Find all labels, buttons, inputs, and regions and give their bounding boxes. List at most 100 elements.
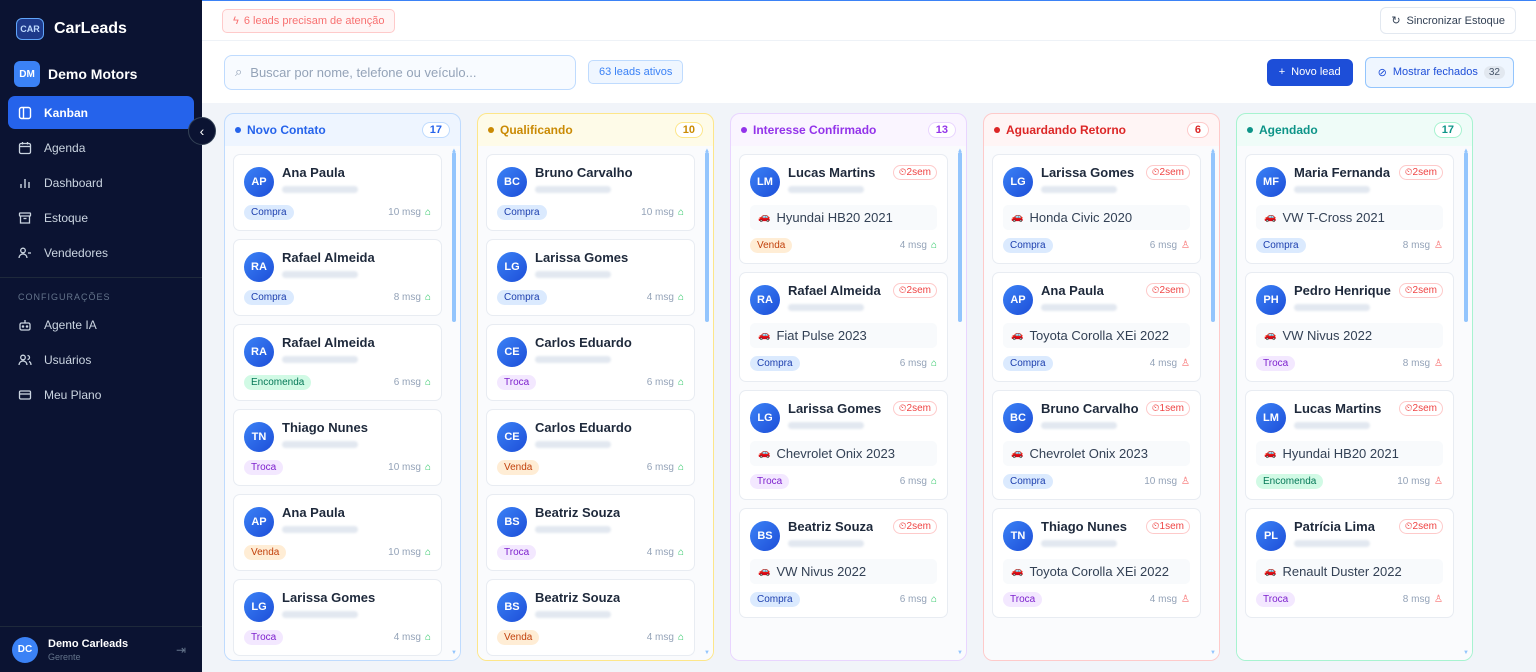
sidebar-item-meu-plano[interactable]: Meu Plano xyxy=(8,378,194,411)
message-count-text: 10 msg xyxy=(388,462,421,473)
card-footer: Compra 4 msg ⌂ xyxy=(497,290,684,305)
message-count: 6 msg ⌂ xyxy=(900,594,937,605)
scroll-down-icon[interactable]: ▼ xyxy=(957,650,963,656)
scroll-down-icon[interactable]: ▼ xyxy=(704,650,710,656)
column-header[interactable]: Interesse Confirmado 13 xyxy=(731,114,966,146)
show-closed-button[interactable]: ⊘ Mostrar fechados 32 xyxy=(1364,56,1514,88)
sidebar-item-vendedores[interactable]: Vendedores xyxy=(8,236,194,269)
column-scrollbar[interactable] xyxy=(958,152,962,657)
lead-card[interactable]: LG Larissa Gomes ⏲2sem 🚗 Honda Civic 2020 … xyxy=(992,154,1201,264)
column-scrollbar[interactable] xyxy=(1211,152,1215,657)
sync-stock-button[interactable]: ↻ Sincronizar Estoque xyxy=(1380,7,1516,34)
scrollbar-thumb[interactable] xyxy=(958,152,962,322)
lead-info: Beatriz Souza xyxy=(535,505,620,533)
lead-name: Rafael Almeida xyxy=(788,283,881,298)
clock-icon: ⏲ xyxy=(1151,521,1160,532)
lead-card[interactable]: BC Bruno Carvalho Compra 10 msg ⌂ xyxy=(486,154,695,231)
scrollbar-thumb[interactable] xyxy=(1211,152,1215,322)
lead-phone-redacted xyxy=(1041,186,1117,193)
sidebar-item-usuários[interactable]: Usuários xyxy=(8,343,194,376)
brand[interactable]: CAR CarLeads xyxy=(0,0,202,58)
lead-card[interactable]: LG Larissa Gomes Compra 4 msg ⌂ xyxy=(486,239,695,316)
lead-card[interactable]: LM Lucas Martins ⏲2sem 🚗 Hyundai HB20 2021… xyxy=(1245,390,1454,500)
lead-card[interactable]: BS Beatriz Souza ⏲2sem 🚗 VW Nivus 2022 Com… xyxy=(739,508,948,618)
search-input[interactable] xyxy=(250,64,551,80)
lead-card[interactable]: AP Ana Paula Venda 10 msg ⌂ xyxy=(233,494,442,571)
column-scrollbar[interactable] xyxy=(705,152,709,657)
lead-card[interactable]: MF Maria Fernanda ⏲2sem 🚗 VW T-Cross 2021 … xyxy=(1245,154,1454,264)
lead-phone-redacted xyxy=(535,356,611,363)
sidebar-item-kanban[interactable]: Kanban xyxy=(8,96,194,129)
user-name: Demo Carleads xyxy=(48,637,129,650)
lead-card[interactable]: PH Pedro Henrique ⏲2sem 🚗 VW Nivus 2022 Tr… xyxy=(1245,272,1454,382)
scrollbar-thumb[interactable] xyxy=(705,152,709,322)
lead-card[interactable]: CE Carlos Eduardo Venda 6 msg ⌂ xyxy=(486,409,695,486)
logout-icon[interactable]: ⇥ xyxy=(176,643,186,657)
message-count: 4 msg ♙ xyxy=(1150,358,1190,369)
lead-card[interactable]: AP Ana Paula ⏲2sem 🚗 Toyota Corolla XEi 20… xyxy=(992,272,1201,382)
card-footer: Compra 10 msg ♙ xyxy=(1003,474,1190,489)
lead-card[interactable]: TN Thiago Nunes Troca 10 msg ⌂ xyxy=(233,409,442,486)
lead-card[interactable]: BS Beatriz Souza Venda 4 msg ⌂ xyxy=(486,579,695,656)
lead-card[interactable]: LM Lucas Martins ⏲2sem 🚗 Hyundai HB20 2021… xyxy=(739,154,948,264)
lead-card[interactable]: RA Rafael Almeida Encomenda 6 msg ⌂ xyxy=(233,324,442,401)
lead-card[interactable]: PL Patrícia Lima ⏲2sem 🚗 Renault Duster 20… xyxy=(1245,508,1454,618)
user-profile[interactable]: DC Demo Carleads Gerente ⇥ xyxy=(0,626,202,672)
message-count: 6 msg ⌂ xyxy=(900,476,937,487)
lead-card[interactable]: TN Thiago Nunes ⏲1sem 🚗 Toyota Corolla XEi… xyxy=(992,508,1201,618)
scroll-down-icon[interactable]: ▼ xyxy=(451,650,457,656)
vehicle-name: Toyota Corolla XEi 2022 xyxy=(1029,564,1169,579)
scrollbar-thumb[interactable] xyxy=(452,152,456,322)
message-count: 8 msg ⌂ xyxy=(394,292,431,303)
search-box[interactable]: ⌕ xyxy=(224,54,576,90)
lead-card[interactable]: BC Bruno Carvalho ⏲1sem 🚗 Chevrolet Onix 2… xyxy=(992,390,1201,500)
scrollbar-thumb[interactable] xyxy=(1464,152,1468,322)
new-lead-button[interactable]: + Novo lead xyxy=(1266,58,1353,86)
avatar: TN xyxy=(244,422,274,452)
person-icon: ♙ xyxy=(1181,240,1190,251)
clock-icon: ⏲ xyxy=(898,521,907,532)
vehicle-name: Fiat Pulse 2023 xyxy=(776,328,867,343)
sidebar-item-agenda[interactable]: Agenda xyxy=(8,131,194,164)
column-header[interactable]: Agendado 17 xyxy=(1237,114,1472,146)
org-switcher[interactable]: DM Demo Motors xyxy=(0,58,202,90)
car-icon: 🚗 xyxy=(758,212,771,223)
intent-tag: Compra xyxy=(1003,356,1053,371)
column-header[interactable]: Novo Contato 17 xyxy=(225,114,460,146)
scroll-down-icon[interactable]: ▼ xyxy=(1210,650,1216,656)
sidebar-item-agente-ia[interactable]: Agente IA xyxy=(8,308,194,341)
column-header[interactable]: Qualificando 10 xyxy=(478,114,713,146)
bot-icon: ⌂ xyxy=(930,358,937,369)
message-count-text: 6 msg xyxy=(646,462,674,473)
time-badge: ⏲1sem xyxy=(1145,519,1190,534)
bot-icon: ⌂ xyxy=(424,547,431,558)
sidebar-item-dashboard[interactable]: Dashboard xyxy=(8,166,194,199)
lead-phone-redacted xyxy=(535,526,611,533)
intent-tag: Venda xyxy=(497,630,540,645)
bot-icon: ⌂ xyxy=(424,632,431,643)
lead-card[interactable]: AP Ana Paula Compra 10 msg ⌂ xyxy=(233,154,442,231)
lead-phone-redacted xyxy=(1041,304,1117,311)
vehicle-chip: 🚗 Hyundai HB20 2021 xyxy=(1256,441,1443,466)
scroll-down-icon[interactable]: ▼ xyxy=(1463,650,1469,656)
message-count: 6 msg ♙ xyxy=(1150,240,1190,251)
column-scrollbar[interactable] xyxy=(1464,152,1468,657)
intent-tag: Troca xyxy=(1003,592,1043,607)
lead-name: Beatriz Souza xyxy=(788,519,874,534)
card-footer: Encomenda 10 msg ♙ xyxy=(1256,474,1443,489)
card-footer: Compra 6 msg ⌂ xyxy=(750,592,937,607)
attention-alert[interactable]: ϟ 6 leads precisam de atenção xyxy=(222,8,396,33)
lead-card[interactable]: LG Larissa Gomes ⏲2sem 🚗 Chevrolet Onix 20… xyxy=(739,390,948,500)
vehicle-chip: 🚗 Hyundai HB20 2021 xyxy=(750,205,937,230)
lead-card[interactable]: RA Rafael Almeida Compra 8 msg ⌂ xyxy=(233,239,442,316)
avatar: PH xyxy=(1256,285,1286,315)
lead-card[interactable]: RA Rafael Almeida ⏲2sem 🚗 Fiat Pulse 2023 … xyxy=(739,272,948,382)
sidebar-item-estoque[interactable]: Estoque xyxy=(8,201,194,234)
lead-card[interactable]: LG Larissa Gomes Troca 4 msg ⌂ xyxy=(233,579,442,656)
column-header[interactable]: Aguardando Retorno 6 xyxy=(984,114,1219,146)
lead-card[interactable]: CE Carlos Eduardo Troca 6 msg ⌂ xyxy=(486,324,695,401)
column-scrollbar[interactable] xyxy=(452,152,456,657)
sidebar-item-label: Kanban xyxy=(44,105,89,120)
lead-card[interactable]: BS Beatriz Souza Troca 4 msg ⌂ xyxy=(486,494,695,571)
collapse-sidebar-button[interactable]: ‹ xyxy=(188,117,216,145)
